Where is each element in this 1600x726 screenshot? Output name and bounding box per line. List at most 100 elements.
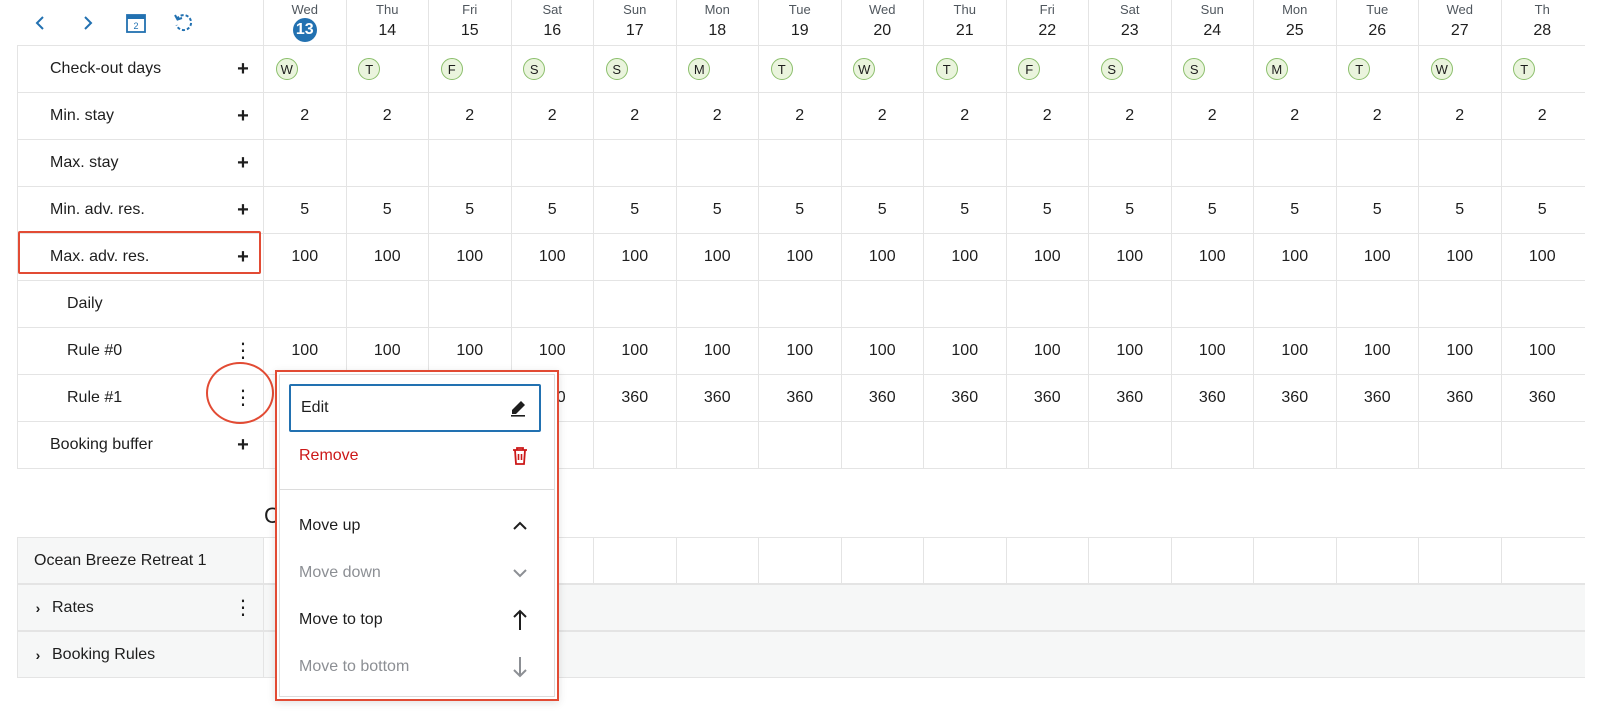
- rule-cell[interactable]: [263, 140, 346, 186]
- rule-cell[interactable]: 100: [923, 234, 1006, 280]
- rule-cell[interactable]: [675, 422, 759, 468]
- rule-cell[interactable]: 360: [1170, 375, 1254, 421]
- accommodation-cell[interactable]: [1005, 538, 1089, 583]
- rule-cell[interactable]: 100: [1088, 234, 1171, 280]
- rule-cell[interactable]: 100: [1253, 328, 1336, 374]
- rule-cell[interactable]: 2: [840, 93, 924, 139]
- rule-cell[interactable]: 360: [1253, 375, 1336, 421]
- rule-cell[interactable]: 100: [758, 328, 841, 374]
- rule-cell[interactable]: 100: [1335, 234, 1419, 280]
- rule-cell[interactable]: 2: [345, 93, 429, 139]
- rule-cell[interactable]: [1170, 422, 1254, 468]
- accommodation-cell[interactable]: [1335, 538, 1419, 583]
- rule-cell[interactable]: [923, 140, 1006, 186]
- rule-cell[interactable]: 2: [1005, 93, 1089, 139]
- rule-cell[interactable]: [345, 281, 429, 327]
- rule-cell[interactable]: 100: [1418, 234, 1501, 280]
- rule-cell[interactable]: T: [1500, 46, 1584, 92]
- rule-cell[interactable]: 5: [510, 187, 594, 233]
- rule-cell[interactable]: 2: [428, 93, 511, 139]
- rule-cell[interactable]: 100: [675, 234, 759, 280]
- rule-cell[interactable]: 100: [840, 328, 924, 374]
- add-icon[interactable]: +: [232, 434, 254, 457]
- rule-cell[interactable]: 2: [923, 93, 1006, 139]
- rule-cell[interactable]: [593, 422, 676, 468]
- rule-cell[interactable]: 5: [923, 187, 1006, 233]
- rule-cell[interactable]: 2: [675, 93, 759, 139]
- more-vertical-icon[interactable]: ⋮: [232, 388, 254, 408]
- rule-cell[interactable]: 5: [840, 187, 924, 233]
- rule-cell[interactable]: W: [840, 46, 924, 92]
- rule-cell[interactable]: 360: [1335, 375, 1419, 421]
- rule-cell[interactable]: 100: [428, 234, 511, 280]
- accommodation-cell[interactable]: [923, 538, 1006, 583]
- rule-cell[interactable]: [758, 281, 841, 327]
- rule-cell[interactable]: 5: [1253, 187, 1336, 233]
- rule-cell[interactable]: 100: [1170, 234, 1254, 280]
- rule-cell[interactable]: M: [675, 46, 759, 92]
- rule-cell[interactable]: T: [1335, 46, 1419, 92]
- rule-cell[interactable]: [840, 422, 924, 468]
- rule-cell[interactable]: [1170, 140, 1254, 186]
- rule-cell[interactable]: [840, 140, 924, 186]
- rule-cell[interactable]: 5: [1335, 187, 1419, 233]
- accommodation-cell[interactable]: [1088, 538, 1171, 583]
- menu-item-move-down[interactable]: Move down: [289, 549, 541, 597]
- rule-cell[interactable]: [1418, 140, 1501, 186]
- expand-toggle-rates[interactable]: › Rates ⋮: [17, 585, 264, 630]
- rule-cell[interactable]: 100: [263, 234, 346, 280]
- rule-cell[interactable]: [1500, 140, 1584, 186]
- rule-cell[interactable]: [593, 140, 676, 186]
- rule-cell[interactable]: [675, 281, 759, 327]
- rule-cell[interactable]: [758, 422, 841, 468]
- rule-cell[interactable]: 100: [1170, 328, 1254, 374]
- rule-cell[interactable]: 100: [263, 328, 346, 374]
- rule-cell[interactable]: [1418, 422, 1501, 468]
- rule-cell[interactable]: 360: [675, 375, 759, 421]
- rule-cell[interactable]: [840, 281, 924, 327]
- rule-cell[interactable]: 5: [758, 187, 841, 233]
- rule-cell[interactable]: 100: [675, 328, 759, 374]
- rule-cell[interactable]: S: [510, 46, 594, 92]
- rule-cell[interactable]: 5: [1005, 187, 1089, 233]
- rule-cell[interactable]: 2: [1418, 93, 1501, 139]
- rule-cell[interactable]: 5: [1088, 187, 1171, 233]
- rule-cell[interactable]: [1500, 422, 1584, 468]
- next-icon[interactable]: [75, 10, 101, 36]
- menu-item-move-to-top[interactable]: Move to top: [289, 596, 541, 644]
- rule-cell[interactable]: [1005, 140, 1089, 186]
- rule-cell[interactable]: 5: [1170, 187, 1254, 233]
- rule-cell[interactable]: 2: [758, 93, 841, 139]
- rule-cell[interactable]: 360: [1418, 375, 1501, 421]
- rule-cell[interactable]: [1253, 422, 1336, 468]
- accommodation-cell[interactable]: [840, 538, 924, 583]
- rule-cell[interactable]: 100: [1335, 328, 1419, 374]
- rule-cell[interactable]: 360: [593, 375, 676, 421]
- rule-cell[interactable]: 100: [1005, 234, 1089, 280]
- menu-item-move-up[interactable]: Move up: [289, 502, 541, 550]
- accommodation-cell[interactable]: [675, 538, 759, 583]
- add-icon[interactable]: +: [232, 105, 254, 128]
- rule-cell[interactable]: 360: [923, 375, 1006, 421]
- refresh-icon[interactable]: [170, 10, 196, 36]
- rule-cell[interactable]: 2: [1170, 93, 1254, 139]
- rule-cell[interactable]: [510, 140, 594, 186]
- rule-cell[interactable]: [428, 281, 511, 327]
- rule-cell[interactable]: [1005, 281, 1089, 327]
- rule-cell[interactable]: [1335, 422, 1419, 468]
- accommodation-cell[interactable]: [593, 538, 676, 583]
- rule-cell[interactable]: 2: [1500, 93, 1584, 139]
- rule-cell[interactable]: 5: [428, 187, 511, 233]
- rule-cell[interactable]: M: [1253, 46, 1336, 92]
- rule-cell[interactable]: 100: [593, 234, 676, 280]
- rule-cell[interactable]: [675, 140, 759, 186]
- expand-toggle-booking-rules[interactable]: › Booking Rules: [17, 632, 264, 677]
- more-vertical-icon[interactable]: ⋮: [232, 341, 254, 361]
- rule-cell[interactable]: [758, 140, 841, 186]
- menu-item-edit[interactable]: Edit: [289, 384, 541, 432]
- rule-cell[interactable]: [1088, 281, 1171, 327]
- rule-cell[interactable]: [923, 422, 1006, 468]
- rule-cell[interactable]: [593, 281, 676, 327]
- rule-cell[interactable]: [1253, 281, 1336, 327]
- rule-cell[interactable]: S: [1088, 46, 1171, 92]
